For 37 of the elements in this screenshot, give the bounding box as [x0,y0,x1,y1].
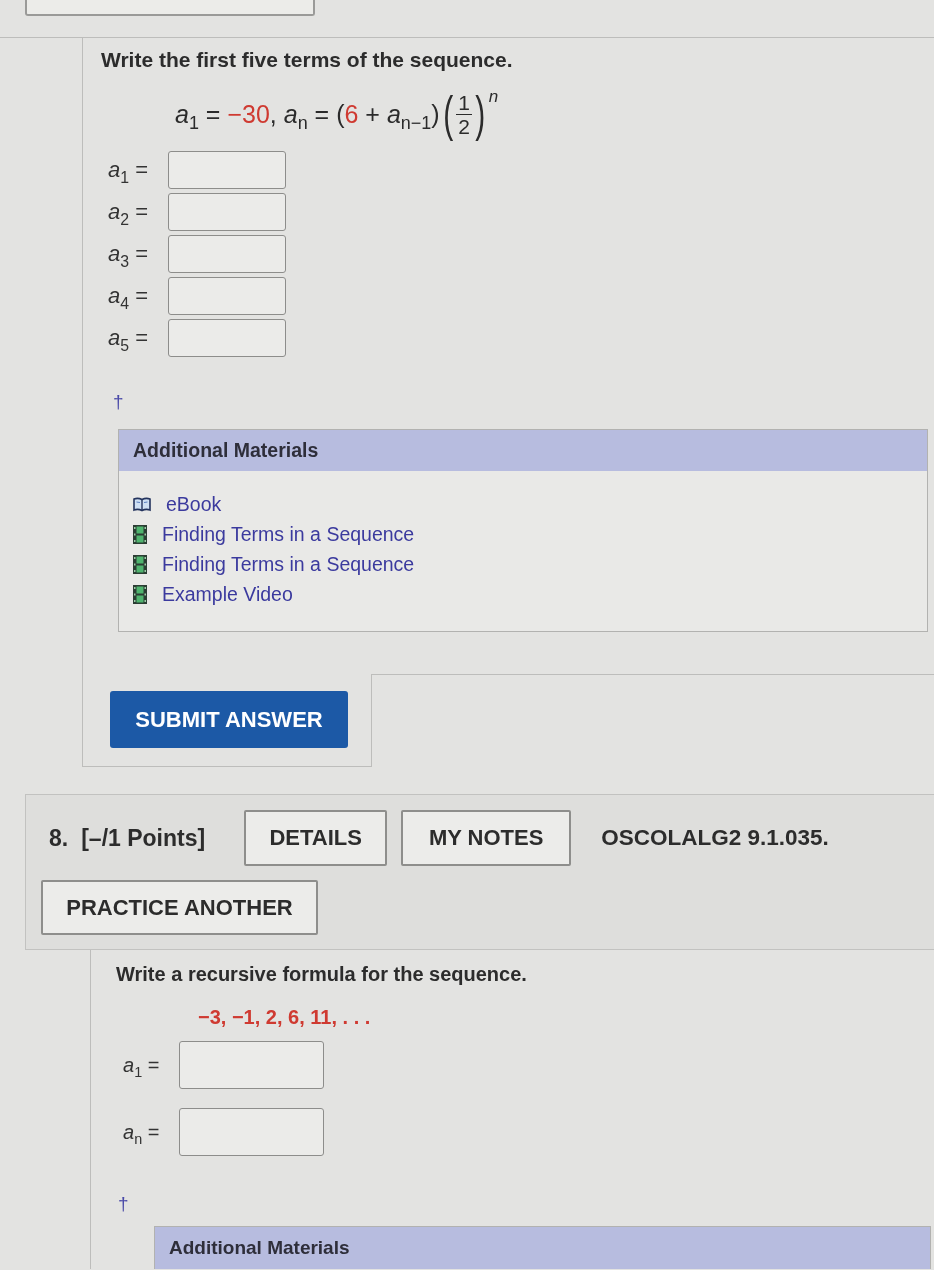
question-action-button[interactable]: MY NOTES [401,810,572,866]
panel-title: Additional Materials [133,439,319,462]
film-strip-icon [133,584,147,604]
cut-off-button[interactable] [25,0,315,16]
dagger-mark: † [113,391,124,413]
answer-field[interactable] [168,151,286,189]
ebook-link[interactable]: eBook [166,492,222,516]
film-strip-icon [133,524,147,544]
term-label: a$_{1}$ = [108,157,150,183]
submit-button[interactable]: SUBMIT ANSWER [110,691,348,748]
video-link[interactable]: Finding Terms in a Sequence [162,522,415,546]
term-label: a$_{5}$ = [108,325,150,351]
term-label: a$_{n}$ = [123,1120,161,1144]
film-strip-icon [133,554,147,574]
dagger-mark: † [118,1193,129,1215]
points-label: [–/1 Points] [81,824,206,852]
panel-title: Additional Materials [169,1237,350,1259]
answer-field[interactable] [179,1041,324,1089]
answer-field[interactable] [168,235,286,273]
assignment-code: OSCOLALG2 9.1.035. [601,825,829,851]
question-number: 8. [49,824,69,852]
video-link[interactable]: Finding Terms in a Sequence [162,552,415,576]
answer-field[interactable] [168,277,286,315]
term-label: a$_{2}$ = [108,199,150,225]
answer-field[interactable] [168,319,286,357]
question-prompt: Write the first five terms of the sequence. [101,47,513,73]
question-action-button[interactable]: DETAILS [244,810,388,866]
book-icon [133,496,151,512]
question-prompt: Write a recursive formula for the sequence. [116,962,527,987]
term-label: a$_{1}$ = [123,1053,161,1077]
sequence-terms: −3, −1, 2, 6, 11, . . . [198,1005,371,1029]
answer-field[interactable] [168,193,286,231]
practice-another-button[interactable]: PRACTICE ANOTHER [41,880,318,935]
video-link[interactable]: Example Video [162,582,293,606]
answer-field[interactable] [179,1108,324,1156]
term-label: a$_{4}$ = [108,283,150,309]
term-label: a$_{3}$ = [108,241,150,267]
